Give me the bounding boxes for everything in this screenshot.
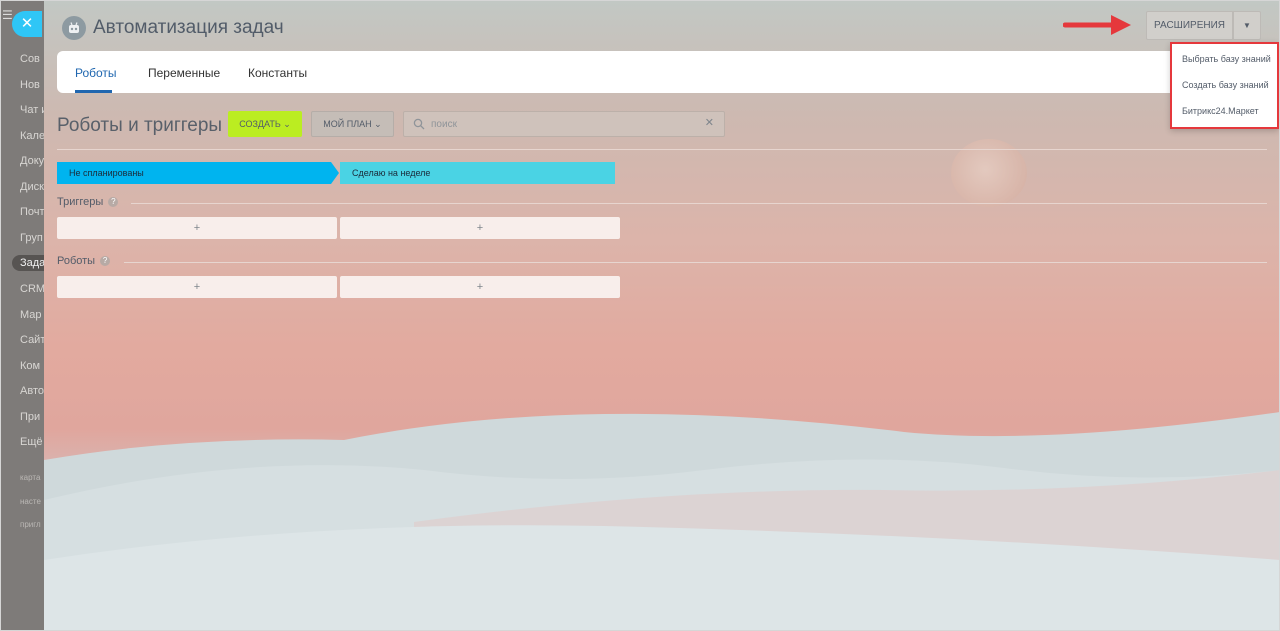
sidebar-footer-link[interactable]: насте — [20, 497, 41, 506]
search-input[interactable]: поиск — [431, 119, 457, 130]
triggers-label: Триггеры — [57, 196, 104, 208]
sidebar-item[interactable]: Ком — [20, 360, 40, 372]
stage-column-header: Сделаю на неделе — [340, 162, 615, 184]
chevron-down-icon: ⌄ — [283, 119, 291, 129]
my-plan-button[interactable]: МОЙ ПЛАН ⌄ — [311, 111, 394, 137]
menu-icon[interactable]: ☰ — [2, 8, 13, 22]
extensions-dropdown-toggle[interactable]: ▼ — [1233, 11, 1261, 40]
sidebar-item[interactable]: Мар — [20, 309, 42, 321]
search-icon — [413, 118, 425, 130]
sidebar-item[interactable]: Доку — [20, 155, 44, 167]
active-tab-indicator — [75, 90, 112, 93]
chevron-down-icon: ⌄ — [374, 119, 382, 129]
sidebar-item[interactable]: Диск — [20, 181, 44, 193]
add-robot-button[interactable]: + — [57, 276, 337, 298]
extensions-button[interactable]: РАСШИРЕНИЯ — [1146, 11, 1233, 40]
menu-item-choose-knowledge-base[interactable]: Выбрать базу знаний — [1182, 54, 1271, 64]
add-trigger-button[interactable]: + — [57, 217, 337, 239]
tab-robots[interactable]: Роботы — [75, 66, 117, 80]
sidebar-item[interactable]: Кале — [20, 130, 44, 142]
section-title: Роботы и триггеры — [57, 115, 223, 136]
divider — [124, 262, 1267, 263]
tab-constants[interactable]: Константы — [248, 66, 307, 80]
add-robot-button[interactable]: + — [340, 276, 620, 298]
sidebar-item[interactable]: Чат и — [20, 104, 44, 116]
sidebar-item[interactable]: Авто — [20, 385, 44, 397]
help-icon[interactable]: ? — [108, 197, 119, 207]
close-icon: ✕ — [20, 15, 34, 32]
chevron-down-icon: ▼ — [1243, 21, 1251, 30]
close-slider-button[interactable]: ✕ — [12, 11, 42, 37]
sidebar-item[interactable]: При — [20, 411, 40, 423]
menu-item-create-knowledge-base[interactable]: Создать базу знаний — [1182, 80, 1269, 90]
sidebar-footer-link[interactable]: пригл — [20, 520, 41, 529]
sidebar-item-tasks[interactable]: Зада — [12, 255, 44, 271]
sidebar-footer-link[interactable]: карта — [20, 473, 40, 482]
robots-label: Роботы — [57, 255, 96, 267]
triggers-heading: Триггеры? — [57, 196, 119, 208]
tab-bar: Роботы Переменные Константы — [57, 51, 1280, 93]
divider — [57, 149, 1267, 150]
search-field[interactable]: поиск ✕ — [403, 111, 725, 137]
robot-icon — [62, 16, 86, 40]
left-sidebar: ☰ Сов Нов Чат и Кале Доку Диск Почт Груп… — [0, 0, 44, 631]
background-dunes — [44, 412, 1280, 631]
robots-heading: Роботы? — [57, 255, 111, 267]
sidebar-item[interactable]: Нов — [20, 79, 40, 91]
create-label: СОЗДАТЬ — [239, 119, 281, 129]
help-icon[interactable]: ? — [100, 256, 111, 266]
automation-slider: Автоматизация задач РАСШИРЕНИЯ ▼ Роботы … — [44, 0, 1280, 631]
sidebar-item[interactable]: Почт — [20, 206, 44, 218]
stage-label: Не спланированы — [69, 168, 144, 178]
clear-icon[interactable]: ✕ — [705, 116, 714, 129]
page-title: Автоматизация задач — [93, 17, 284, 38]
extensions-dropdown-menu: Выбрать базу знаний Создать базу знаний … — [1170, 42, 1279, 129]
sidebar-item[interactable]: Сайт — [20, 334, 44, 346]
my-plan-label: МОЙ ПЛАН — [323, 119, 372, 129]
stage-column-header: Не спланированы — [57, 162, 339, 184]
sidebar-item[interactable]: Сов — [20, 53, 40, 65]
menu-item-market[interactable]: Битрикс24.Маркет — [1182, 106, 1259, 116]
stage-label: Сделаю на неделе — [352, 168, 431, 178]
tab-variables[interactable]: Переменные — [148, 66, 220, 80]
annotation-arrow-icon — [1063, 15, 1131, 35]
sidebar-item[interactable]: Ещё — [20, 436, 43, 448]
divider — [131, 203, 1267, 204]
sidebar-item[interactable]: Груп — [20, 232, 43, 244]
sidebar-item[interactable]: CRM — [20, 283, 44, 295]
create-button[interactable]: СОЗДАТЬ ⌄ — [228, 111, 302, 137]
add-trigger-button[interactable]: + — [340, 217, 620, 239]
